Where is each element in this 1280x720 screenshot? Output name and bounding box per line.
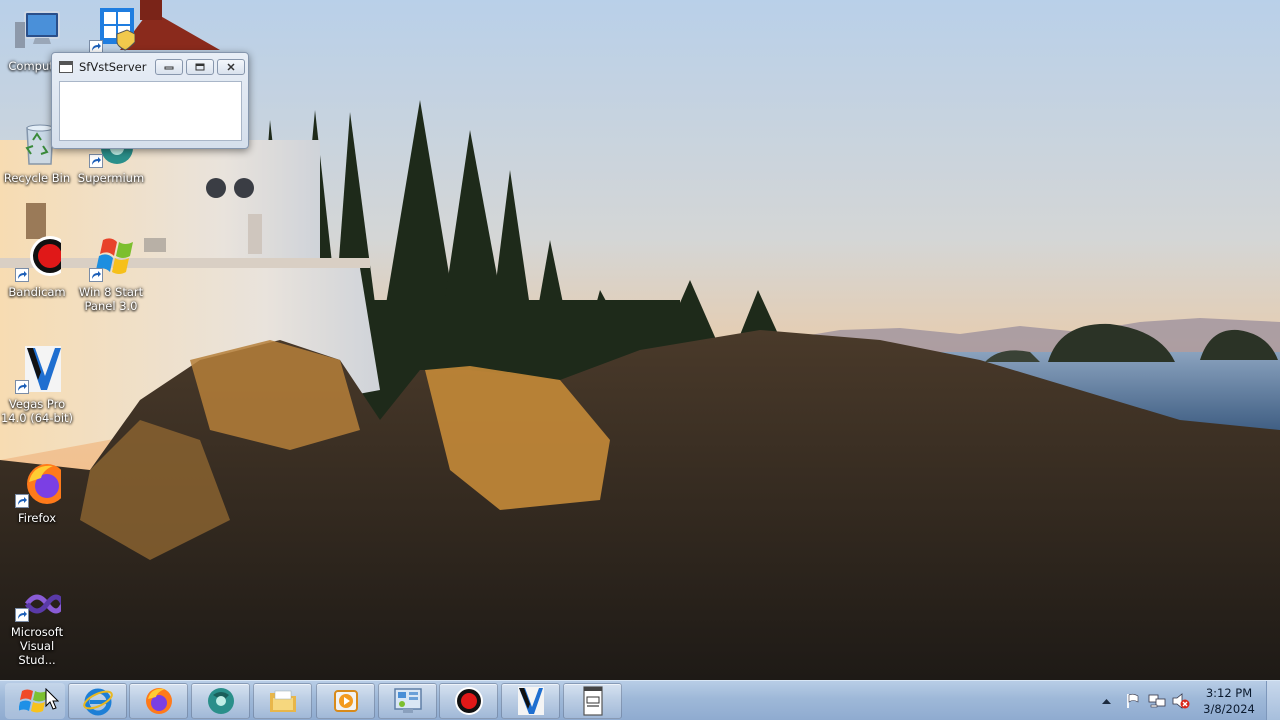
desktop-icon-label: Microsoft Visual Stud...: [10, 625, 64, 667]
close-button[interactable]: [217, 59, 245, 75]
shortcut-arrow-icon: [15, 494, 29, 508]
minimize-icon: [164, 66, 174, 70]
desktop-icon-label: Vegas Pro 14.0 (64-bit): [0, 397, 74, 425]
desktop-icon-bandicam[interactable]: Bandicam: [0, 234, 74, 299]
bandicam-icon: [454, 687, 483, 715]
taskbar-media-player[interactable]: [316, 683, 375, 719]
shortcut-arrow-icon: [15, 268, 29, 282]
maximize-button[interactable]: [186, 59, 214, 75]
desktop-icon-label: Recycle Bin: [3, 171, 71, 185]
shortcut-arrow-icon: [15, 380, 29, 394]
desktop-icon-firefox[interactable]: Firefox: [0, 460, 74, 525]
control-panel-icon: [393, 688, 422, 713]
desktop-icon-windows-shield[interactable]: [74, 6, 148, 57]
internet-explorer-icon: [82, 688, 113, 716]
desktop-icon-visual-studio[interactable]: Microsoft Visual Stud...: [0, 586, 74, 667]
media-player-icon: [333, 690, 358, 712]
taskbar: 3:12 PM 3/8/2024: [0, 680, 1280, 720]
desktop-icon-label: Supermium: [77, 171, 145, 185]
firefox-icon: [13, 460, 67, 508]
visual-studio-icon: [13, 586, 66, 622]
action-center-button[interactable]: [1122, 691, 1144, 711]
windows-logo-icon: [87, 234, 135, 282]
vegas-pro-icon: [13, 346, 61, 394]
firefox-icon: [145, 688, 172, 714]
file-explorer-icon: [269, 690, 296, 712]
taskbar-file-explorer[interactable]: [253, 683, 312, 719]
bandicam-icon: [13, 234, 70, 282]
clock-time: 3:12 PM: [1205, 686, 1253, 700]
shortcut-arrow-icon: [89, 154, 103, 168]
network-icon: [1148, 694, 1166, 708]
desktop-icon-label: Win 8 Start Panel 3.0: [78, 285, 144, 313]
action-center-flag-icon: [1127, 693, 1139, 708]
restore-icon: [195, 63, 205, 71]
shortcut-arrow-icon: [15, 608, 29, 622]
window-client-area[interactable]: [59, 81, 242, 141]
volume-button[interactable]: [1170, 691, 1192, 711]
taskbar-clock[interactable]: 3:12 PM 3/8/2024: [1196, 685, 1262, 717]
chevron-up-icon: [1101, 699, 1111, 704]
sfvstserver-icon: [582, 686, 603, 716]
window-app-icon: [59, 61, 73, 73]
clock-date: 3/8/2024: [1203, 702, 1255, 716]
taskbar-bandicam[interactable]: [439, 683, 498, 719]
taskbar-sfvstserver[interactable]: [563, 683, 622, 719]
show-desktop-button[interactable]: [1266, 681, 1280, 720]
minimize-button[interactable]: [155, 59, 183, 75]
supermium-icon: [207, 688, 234, 714]
window-title: SfVstServer: [79, 60, 147, 74]
taskbar-supermium[interactable]: [191, 683, 250, 719]
vegas-pro-icon: [517, 687, 544, 715]
taskbar-vegas-pro[interactable]: [501, 683, 560, 719]
desktop-icon-label: Bandicam: [8, 285, 66, 299]
windows-shield-icon: [87, 6, 136, 54]
taskbar-control-panel[interactable]: [378, 683, 437, 719]
show-hidden-icons-button[interactable]: [1098, 691, 1114, 711]
window-titlebar[interactable]: SfVstServer: [52, 53, 248, 81]
taskbar-internet-explorer[interactable]: [68, 683, 127, 719]
shortcut-arrow-icon: [89, 268, 103, 282]
mouse-cursor-icon: [45, 688, 59, 710]
desktop-icon-vegas-pro[interactable]: Vegas Pro 14.0 (64-bit): [0, 346, 74, 425]
desktop-icon-win8-start-panel[interactable]: Win 8 Start Panel 3.0: [74, 234, 148, 313]
taskbar-firefox[interactable]: [129, 683, 188, 719]
network-button[interactable]: [1146, 691, 1168, 711]
computer-icon: [13, 8, 61, 56]
desktop-icon-label: Firefox: [17, 511, 57, 525]
sfvstserver-window[interactable]: SfVstServer: [51, 52, 249, 149]
close-icon: [227, 63, 235, 71]
volume-muted-icon: [1172, 693, 1190, 709]
